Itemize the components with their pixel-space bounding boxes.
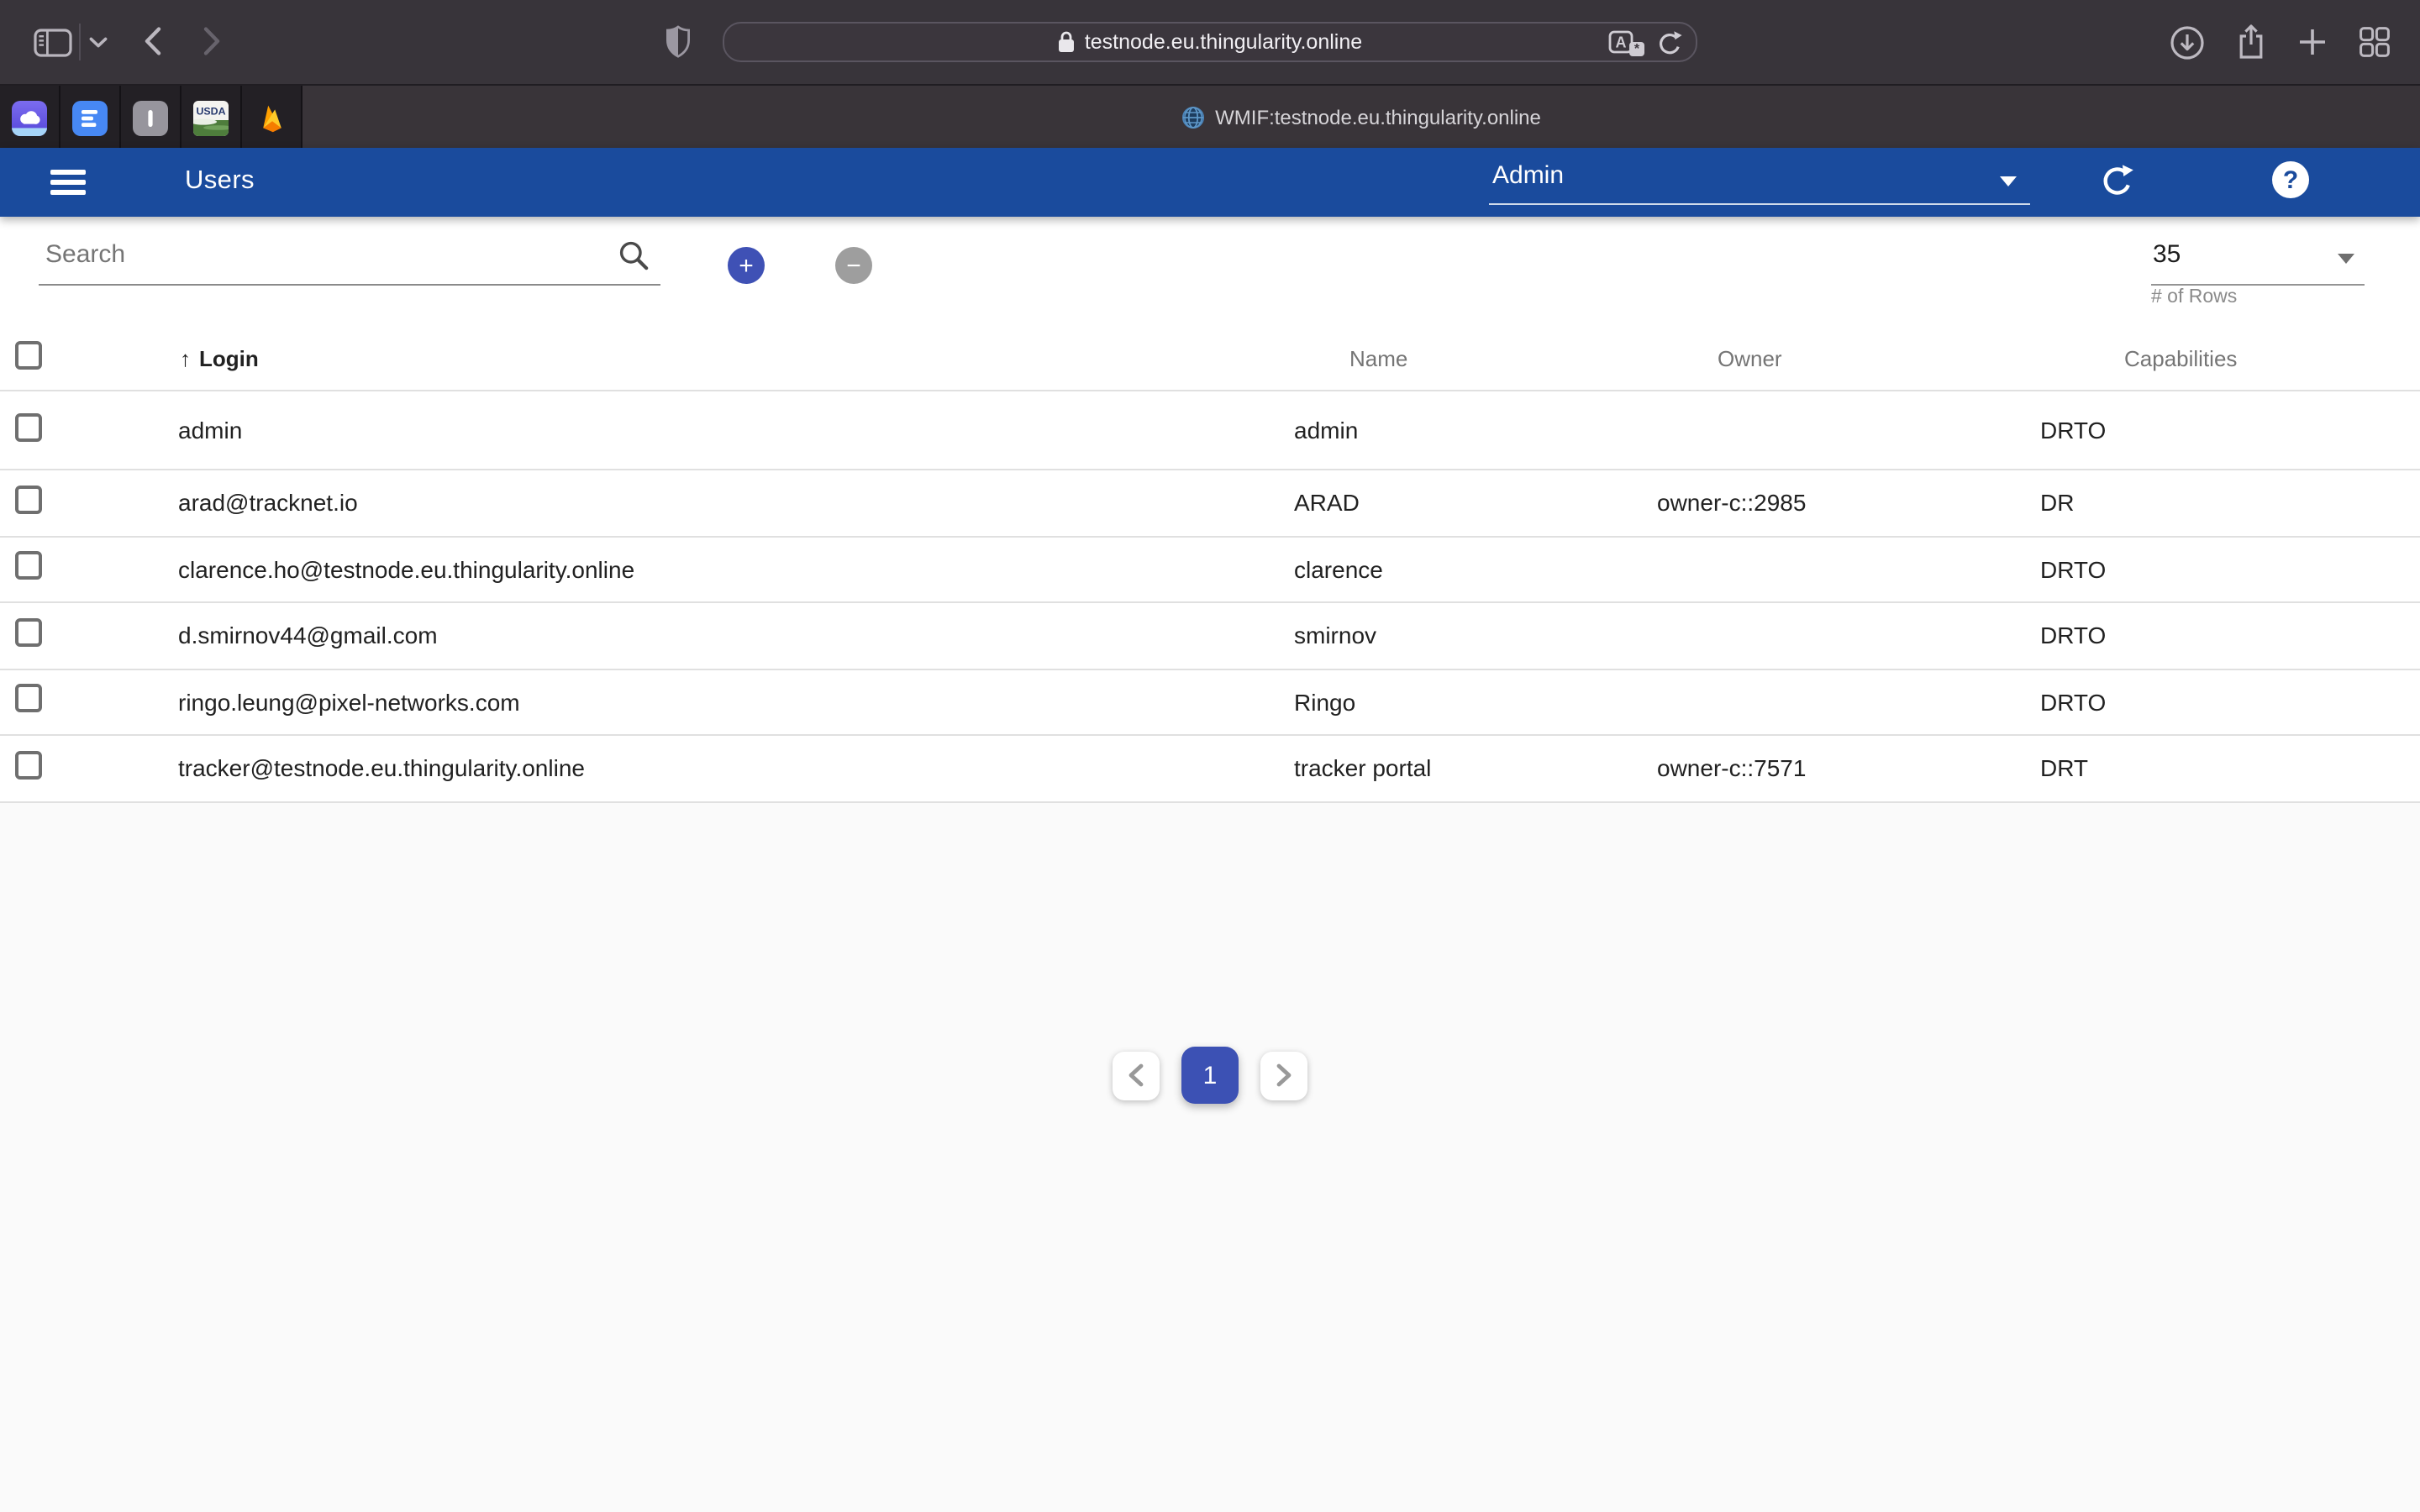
cell-name: admin xyxy=(1294,417,1358,444)
cell-login: arad@tracknet.io xyxy=(178,490,358,517)
table-row[interactable]: clarence.ho@testnode.eu.thingularity.onl… xyxy=(0,537,2420,603)
row-checkbox[interactable] xyxy=(15,751,42,780)
row-checkbox[interactable] xyxy=(15,685,42,713)
column-header-owner[interactable]: Owner xyxy=(1718,346,1782,371)
translate-icon[interactable]: A * xyxy=(1608,29,1645,58)
reload-icon[interactable] xyxy=(1657,30,1682,57)
cell-name: smirnov xyxy=(1294,622,1376,649)
tab-bar: USDA WMIF:testnode.eu.thingularity.onlin… xyxy=(0,84,2420,148)
cell-capabilities: DR xyxy=(2040,490,2074,517)
pinned-tab-i[interactable] xyxy=(121,86,182,150)
account-select[interactable]: Admin xyxy=(1489,158,2030,205)
refresh-button[interactable] xyxy=(2101,163,2134,200)
search-field[interactable] xyxy=(39,230,660,286)
account-select-value: Admin xyxy=(1492,161,1564,190)
chevron-down-icon[interactable] xyxy=(89,37,108,49)
cell-name: clarence xyxy=(1294,556,1383,583)
cell-name: ARAD xyxy=(1294,490,1360,517)
table-row[interactable]: ringo.leung@pixel-networks.com Ringo DRT… xyxy=(0,669,2420,736)
cell-owner: owner-c::7571 xyxy=(1657,755,1806,782)
svg-text:A: A xyxy=(1616,34,1627,50)
cell-owner: owner-c::2985 xyxy=(1657,490,1806,517)
cell-login: ringo.leung@pixel-networks.com xyxy=(178,689,520,716)
next-page-button[interactable] xyxy=(1260,1051,1307,1100)
sidebar-toggle-icon[interactable] xyxy=(34,29,72,57)
table-row[interactable]: admin admin DRTO xyxy=(0,391,2420,470)
page-title: Users xyxy=(185,166,255,197)
column-header-name[interactable]: Name xyxy=(1349,346,1407,371)
globe-favicon xyxy=(1181,106,1205,129)
rows-per-page-value: 35 xyxy=(2153,240,2181,269)
search-icon xyxy=(618,240,650,281)
app-header: Users xyxy=(0,148,2420,217)
cell-capabilities: DRT xyxy=(2040,755,2088,782)
search-input[interactable] xyxy=(42,239,597,270)
active-tab-title: WMIF:testnode.eu.thingularity.online xyxy=(1215,106,1541,129)
toolbar-divider xyxy=(79,24,81,60)
pinned-tab-docs[interactable] xyxy=(60,86,121,150)
rows-per-page-label: # of Rows xyxy=(2151,287,2237,307)
lock-icon xyxy=(1058,30,1076,54)
chevron-right-icon xyxy=(1276,1063,1292,1087)
table-row[interactable]: tracker@testnode.eu.thingularity.online … xyxy=(0,736,2420,802)
browser-toolbar: testnode.eu.thingularity.online A * xyxy=(0,0,2420,84)
main-content: + − 35 # of Rows ↑Login Name Owner Capab… xyxy=(0,217,2420,1512)
cell-login: admin xyxy=(178,417,242,444)
dropdown-caret-icon xyxy=(2338,254,2354,264)
row-checkbox[interactable] xyxy=(15,412,42,441)
table-header: ↑Login Name Owner Capabilities xyxy=(0,324,2420,390)
rows-per-page-select[interactable]: 35 xyxy=(2151,230,2365,286)
row-checkbox[interactable] xyxy=(15,618,42,647)
back-button-icon[interactable] xyxy=(145,27,161,55)
cell-capabilities: DRTO xyxy=(2040,556,2106,583)
cell-login: tracker@testnode.eu.thingularity.online xyxy=(178,755,585,782)
add-user-button[interactable]: + xyxy=(728,247,765,284)
address-bar-url: testnode.eu.thingularity.online xyxy=(1085,30,1362,54)
downloads-icon[interactable] xyxy=(2170,25,2205,60)
row-checkbox[interactable] xyxy=(15,486,42,514)
forward-button-icon[interactable] xyxy=(203,27,220,55)
pagination: 1 xyxy=(0,1016,2420,1134)
pinned-tabs: USDA xyxy=(0,86,302,150)
plus-icon: + xyxy=(739,253,754,278)
current-page-number: 1 xyxy=(1203,1061,1218,1089)
cell-login: clarence.ho@testnode.eu.thingularity.onl… xyxy=(178,556,634,583)
active-tab[interactable]: WMIF:testnode.eu.thingularity.online xyxy=(302,86,2420,150)
remove-user-button[interactable]: − xyxy=(835,247,872,284)
cell-name: tracker portal xyxy=(1294,755,1431,782)
dropdown-caret-icon xyxy=(2000,176,2017,186)
cell-capabilities: DRTO xyxy=(2040,689,2106,716)
privacy-shield-icon[interactable] xyxy=(666,25,691,59)
menu-icon[interactable] xyxy=(50,170,86,195)
cell-name: Ringo xyxy=(1294,689,1355,716)
screen: testnode.eu.thingularity.online A * xyxy=(0,0,2420,1512)
previous-page-button[interactable] xyxy=(1113,1051,1160,1100)
pinned-tab-firebase[interactable] xyxy=(242,86,302,150)
current-page-button[interactable]: 1 xyxy=(1181,1047,1239,1104)
chevron-left-icon xyxy=(1128,1063,1144,1087)
usda-text: USDA xyxy=(196,104,225,116)
select-all-checkbox[interactable] xyxy=(15,341,42,370)
row-checkbox[interactable] xyxy=(15,552,42,580)
column-header-capabilities[interactable]: Capabilities xyxy=(2124,346,2237,371)
cell-capabilities: DRTO xyxy=(2040,622,2106,649)
help-icon: ? xyxy=(2283,165,2298,194)
pinned-tab-cloud[interactable] xyxy=(0,86,60,150)
table-body: admin admin DRTO arad@tracknet.io ARAD o… xyxy=(0,390,2420,802)
column-header-login[interactable]: ↑Login xyxy=(180,346,259,371)
table-row[interactable]: arad@tracknet.io ARAD owner-c::2985 DR xyxy=(0,470,2420,537)
cell-login: d.smirnov44@gmail.com xyxy=(178,622,438,649)
cell-capabilities: DRTO xyxy=(2040,417,2106,444)
pinned-tab-usda[interactable]: USDA xyxy=(182,86,242,150)
sort-ascending-icon: ↑ xyxy=(180,346,191,371)
minus-icon: − xyxy=(846,253,861,278)
address-bar[interactable]: testnode.eu.thingularity.online A * xyxy=(723,22,1697,62)
help-button[interactable]: ? xyxy=(2272,161,2309,198)
share-icon[interactable] xyxy=(2237,24,2265,60)
svg-text:*: * xyxy=(1634,41,1640,55)
tab-overview-icon[interactable] xyxy=(2360,27,2390,57)
new-tab-icon[interactable] xyxy=(2299,29,2326,55)
table-row[interactable]: d.smirnov44@gmail.com smirnov DRTO xyxy=(0,603,2420,669)
